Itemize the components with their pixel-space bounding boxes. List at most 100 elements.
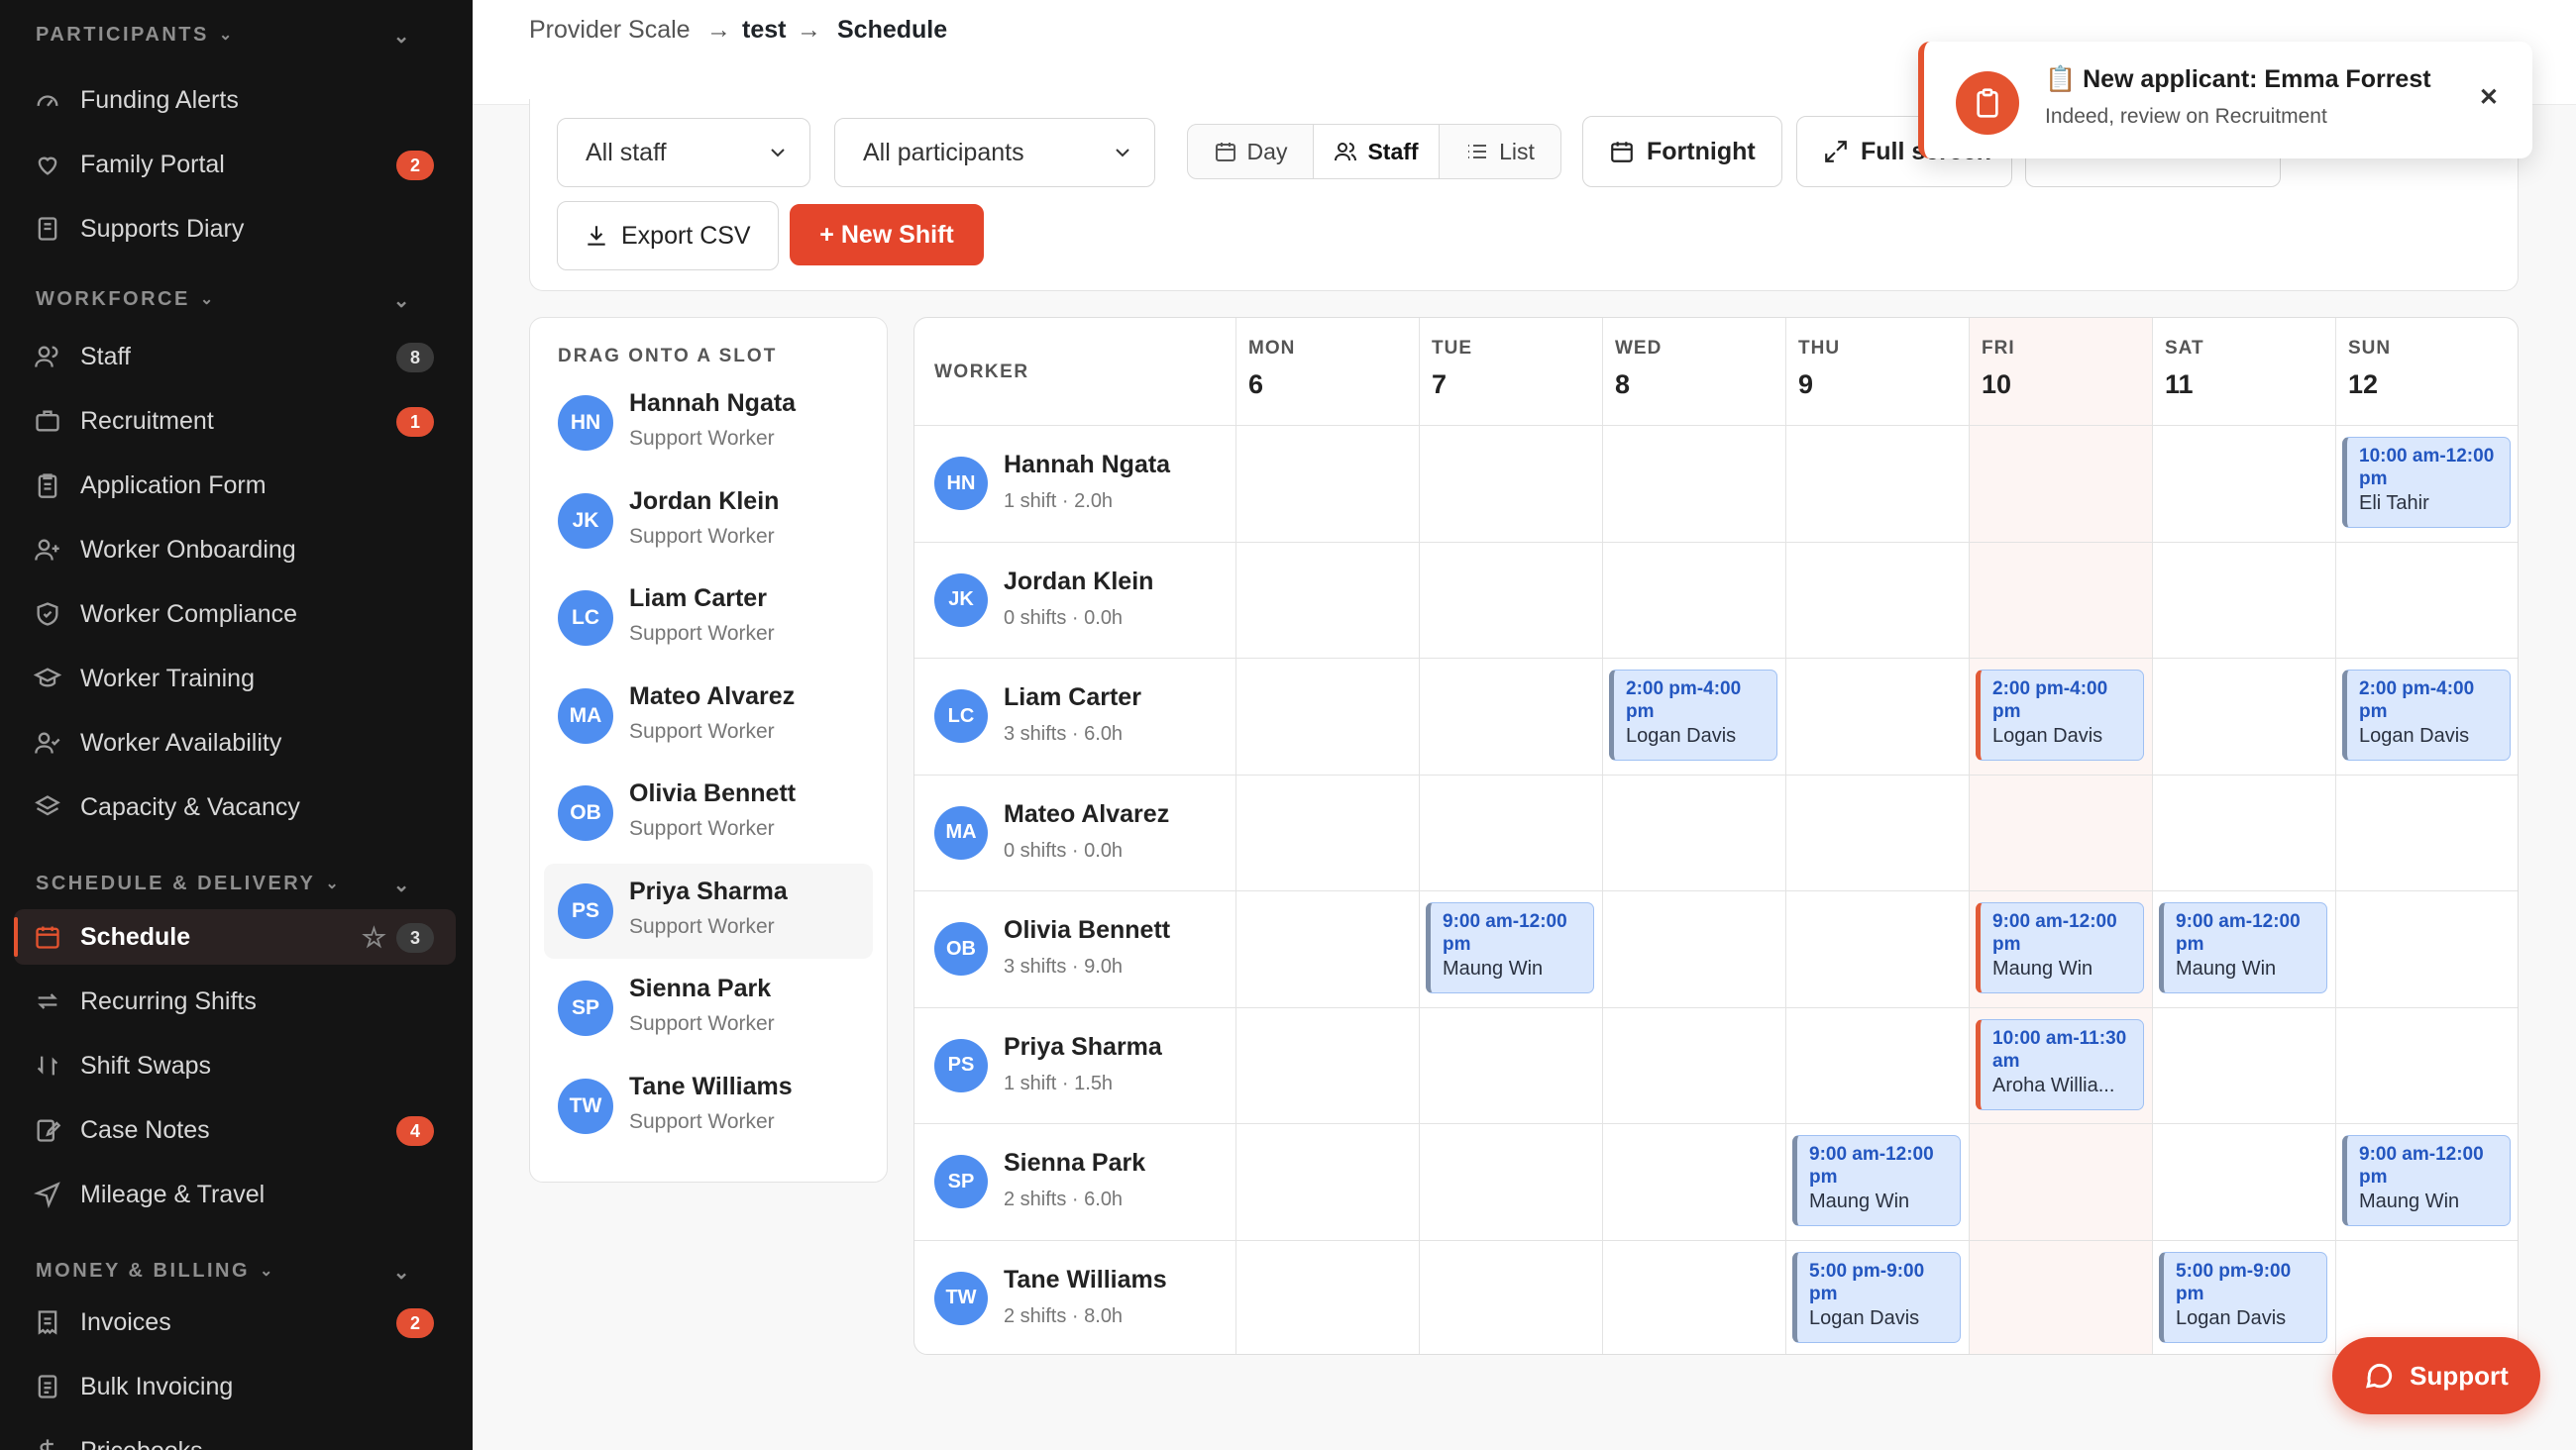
expand-icon — [1825, 141, 1847, 162]
draggable-worker[interactable]: LC Liam Carter Support Worker — [544, 570, 873, 666]
sidebar-item-application-form[interactable]: Application Form — [14, 458, 456, 513]
count-badge: 4 — [396, 1116, 434, 1146]
sidebar-section-header[interactable]: MONEY & BILLING ⌄ ⌄ — [36, 1256, 412, 1286]
worker-name: Liam Carter — [1004, 683, 1141, 711]
shift-participant: Logan Davis — [1626, 725, 1737, 747]
sidebar-item-worker-availability[interactable]: Worker Availability — [14, 715, 456, 771]
export-csv-button[interactable]: Export CSV — [557, 201, 779, 270]
close-icon[interactable]: ✕ — [2479, 83, 2499, 112]
chevron-down-icon: ⌄ — [260, 1263, 275, 1280]
draggable-worker[interactable]: PS Priya Sharma Support Worker — [544, 863, 873, 959]
shift-card[interactable]: 9:00 am-12:00 pm Maung Win — [1792, 1135, 1961, 1226]
worker-row-header[interactable]: LC Liam Carter 3 shifts · 6.0h — [914, 658, 1234, 774]
day-name: WED — [1615, 338, 1663, 359]
worker-name: Priya Sharma — [1004, 1032, 1162, 1061]
star-icon[interactable]: ☆ — [362, 921, 386, 954]
avatar: TW — [934, 1271, 988, 1325]
sidebar-item-staff[interactable]: Staff 8 — [14, 329, 456, 384]
day-column-header: THU 9 — [1785, 318, 1969, 424]
sidebar-item-supports-diary[interactable]: Supports Diary — [14, 201, 456, 257]
participant-filter-select[interactable]: All participants — [834, 118, 1155, 187]
sidebar-item-label: Bulk Invoicing — [80, 1372, 234, 1400]
shift-card[interactable]: 9:00 am-12:00 pm Maung Win — [2159, 902, 2327, 993]
sidebar-item-family-portal[interactable]: Family Portal 2 — [14, 137, 456, 192]
new-shift-button[interactable]: + New Shift — [790, 204, 984, 265]
staff-filter-select[interactable]: All staff — [557, 118, 810, 187]
sidebar-item-bulk-invoicing[interactable]: Bulk Invoicing — [14, 1359, 456, 1414]
participant-filter-value: All participants — [863, 138, 1024, 166]
shift-card[interactable]: 10:00 am-12:00 pm Eli Tahir — [2342, 437, 2511, 528]
shift-card[interactable]: 10:00 am-11:30 am Aroha Willia... — [1976, 1018, 2144, 1110]
sidebar-item-label: Worker Onboarding — [80, 535, 296, 564]
grid-column-divider — [2335, 318, 2336, 1354]
worker-row-header[interactable]: OB Olivia Bennett 3 shifts · 9.0h — [914, 890, 1234, 1006]
support-button[interactable]: Support — [2332, 1337, 2540, 1414]
sidebar-item-pricebooks[interactable]: Pricebooks — [14, 1423, 456, 1450]
breadcrumb-root[interactable]: Provider Scale — [529, 16, 691, 45]
fortnight-button[interactable]: Fortnight — [1582, 116, 1782, 187]
avatar: SP — [558, 981, 613, 1036]
worker-row-header[interactable]: TW Tane Williams 2 shifts · 8.0h — [914, 1240, 1234, 1355]
sidebar-item-funding-alerts[interactable]: Funding Alerts — [14, 72, 456, 128]
layers-icon — [35, 795, 60, 816]
worker-role: Support Worker — [629, 817, 775, 840]
sidebar-section-header[interactable]: WORKFORCE ⌄ ⌄ — [36, 284, 412, 314]
worker-name: Mateo Alvarez — [629, 681, 796, 710]
section-title: WORKFORCE — [36, 287, 190, 310]
shift-card[interactable]: 9:00 am-12:00 pm Maung Win — [2342, 1135, 2511, 1226]
view-staff-button[interactable]: Staff — [1313, 125, 1440, 178]
sidebar-item-case-notes[interactable]: Case Notes 4 — [14, 1102, 456, 1158]
clipboard-icon — [38, 473, 57, 498]
shift-card[interactable]: 2:00 pm-4:00 pm Logan Davis — [2342, 670, 2511, 761]
notification-toast[interactable]: 📋 New applicant: Emma Forrest Indeed, re… — [1918, 42, 2532, 158]
shift-time: 5:00 pm-9:00 pm — [2176, 1260, 2292, 1304]
calendar-icon — [1611, 142, 1633, 162]
day-name: THU — [1798, 338, 1841, 359]
draggable-worker[interactable]: JK Jordan Klein Support Worker — [544, 473, 873, 569]
worker-row-header[interactable]: PS Priya Sharma 1 shift · 1.5h — [914, 1007, 1234, 1123]
worker-name: Hannah Ngata — [629, 389, 797, 417]
draggable-worker[interactable]: MA Mateo Alvarez Support Worker — [544, 669, 873, 764]
shift-card[interactable]: 2:00 pm-4:00 pm Logan Davis — [1976, 670, 2144, 761]
shift-card[interactable]: 5:00 pm-9:00 pm Logan Davis — [2159, 1251, 2327, 1343]
sidebar-item-mileage-travel[interactable]: Mileage & Travel — [14, 1167, 456, 1222]
sidebar-item-worker-onboarding[interactable]: Worker Onboarding — [14, 522, 456, 577]
breadcrumb-org[interactable]: test — [742, 16, 786, 45]
sidebar-item-worker-training[interactable]: Worker Training — [14, 651, 456, 706]
sidebar-item-capacity-vacancy[interactable]: Capacity & Vacancy — [14, 779, 456, 835]
shift-participant: Logan Davis — [2359, 725, 2470, 747]
sidebar-item-invoices[interactable]: Invoices 2 — [14, 1295, 456, 1350]
edit-note-icon — [37, 1119, 61, 1142]
sidebar-item-recruitment[interactable]: Recruitment 1 — [14, 393, 456, 449]
sidebar-item-recurring-shifts[interactable]: Recurring Shifts — [14, 974, 456, 1029]
sidebar-section-header[interactable]: PARTICIPANTS ⌄ ⌄ — [36, 20, 412, 50]
sidebar-item-worker-compliance[interactable]: Worker Compliance — [14, 586, 456, 642]
worker-row-header[interactable]: MA Mateo Alvarez 0 shifts · 0.0h — [914, 775, 1234, 890]
draggable-worker[interactable]: HN Hannah Ngata Support Worker — [544, 375, 873, 470]
shift-card[interactable]: 9:00 am-12:00 pm Maung Win — [1976, 902, 2144, 993]
shift-participant: Maung Win — [2359, 1191, 2460, 1212]
shift-participant: Logan Davis — [1992, 725, 2103, 747]
draggable-worker[interactable]: OB Olivia Bennett Support Worker — [544, 766, 873, 861]
draggable-worker[interactable]: SP Sienna Park Support Worker — [544, 961, 873, 1056]
shift-card[interactable]: 2:00 pm-4:00 pm Logan Davis — [1609, 670, 1777, 761]
avatar: SP — [934, 1155, 988, 1208]
shift-card[interactable]: 9:00 am-12:00 pm Maung Win — [1426, 902, 1594, 993]
worker-row-header[interactable]: HN Hannah Ngata 1 shift · 2.0h — [914, 425, 1234, 541]
sidebar-section-header[interactable]: SCHEDULE & DELIVERY ⌄ ⌄ — [36, 869, 412, 898]
draggable-worker[interactable]: TW Tane Williams Support Worker — [544, 1059, 873, 1154]
worker-row-header[interactable]: JK Jordan Klein 0 shifts · 0.0h — [914, 542, 1234, 658]
worker-name: Tane Williams — [629, 1072, 793, 1100]
day-column-header: WED 8 — [1602, 318, 1785, 424]
view-day-button[interactable]: Day — [1188, 125, 1313, 178]
shift-time: 5:00 pm-9:00 pm — [1809, 1260, 1925, 1304]
view-list-button[interactable]: List — [1440, 125, 1560, 178]
breadcrumb-arrow-icon: → — [706, 16, 731, 44]
chat-bubble-icon — [2366, 1363, 2393, 1389]
shift-card[interactable]: 5:00 pm-9:00 pm Logan Davis — [1792, 1251, 1961, 1343]
worker-row-header[interactable]: SP Sienna Park 2 shifts · 6.0h — [914, 1123, 1234, 1239]
chevron-down-icon — [1116, 149, 1129, 157]
sidebar-item-shift-swaps[interactable]: Shift Swaps — [14, 1038, 456, 1093]
worker-shift-summary: 3 shifts · 6.0h — [1004, 723, 1124, 745]
sidebar-item-schedule[interactable]: Schedule ☆ 3 — [14, 909, 456, 965]
